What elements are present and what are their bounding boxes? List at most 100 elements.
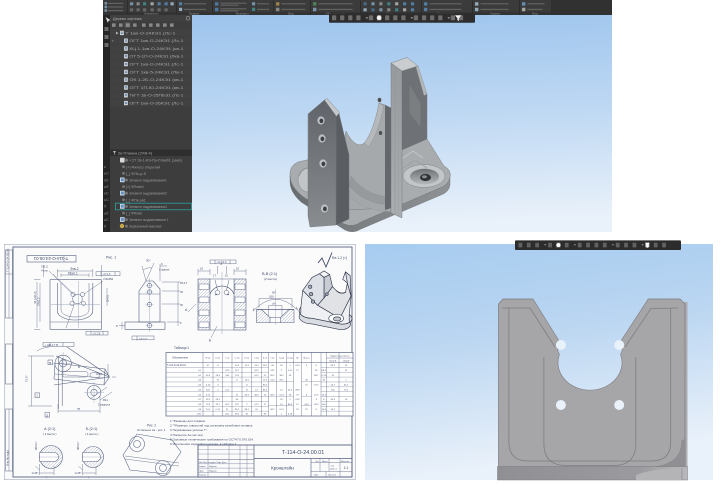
svg-text:⊥0.1 Б: ⊥0.1 Б — [92, 331, 101, 335]
svg-text:ьC: ьC — [104, 197, 109, 202]
svg-text:(18): (18) — [269, 295, 274, 299]
svg-text:5 Основные технические требо: 5 Основные технические требования по ОСТ… — [170, 437, 254, 441]
svg-text:[_] ФПлвп: [_] ФПлвп — [126, 212, 143, 216]
svg-text:Элемент выдавливания2: Элемент выдавливания2 — [129, 192, 167, 196]
svg-text:1:1: 1:1 — [344, 466, 349, 470]
svg-text:( 4 места ): ( 4 места ) — [85, 432, 98, 436]
svg-text:А (2:1): А (2:1) — [44, 427, 56, 431]
svg-text:ьб: ьб — [104, 210, 109, 215]
svg-text:( 4 места ): ( 4 места ) — [43, 432, 56, 436]
svg-text:Т-114-О-24.00.01: Т-114-О-24.00.01 — [33, 256, 68, 261]
svg-text:Г ам: Г ам — [225, 358, 230, 360]
svg-text:Ra 1,2 (√): Ra 1,2 (√) — [332, 256, 347, 260]
svg-text:Элемент выдавливания1: Элемент выдавливания1 — [129, 179, 167, 183]
svg-text:Элемент выдавливания3: Элемент выдавливания3 — [129, 205, 167, 209]
svg-text:Элемент выдавливания 1: Элемент выдавливания 1 — [129, 218, 169, 222]
svg-text:Изм Лист № докум. Подп. Дат: Изм Лист № докум. Подп. Дата — [199, 461, 227, 464]
svg-text:ьC: ьC — [104, 171, 109, 176]
svg-text:l мм: l мм — [271, 358, 275, 360]
svg-text:Чиданов: Чиданов — [209, 470, 217, 472]
svg-text:+: + — [112, 38, 115, 43]
svg-text:М6×0.7: М6×0.7 — [34, 441, 38, 450]
svg-text:Рис. 2: Рис. 2 — [147, 424, 156, 428]
svg-text:ОТ 5-1П-О-24КЭ1 (Лкв-1: ОТ 5-1П-О-24КЭ1 (Лкв-1 — [129, 55, 183, 59]
svg-text:Разраб.: Разраб. — [199, 466, 206, 468]
svg-text:10: 10 — [200, 267, 204, 271]
svg-text:[_] ФПк-р-б: [_] ФПк-р-б — [126, 172, 146, 176]
svg-text:∅4НВ2: ∅4НВ2 — [103, 277, 113, 281]
svg-text:57,5*: 57,5* — [25, 375, 29, 382]
svg-text:Тадркость для мутьла: Тадркость для мутьла — [330, 356, 350, 358]
svg-text:Т-114-О-24.00.01: Т-114-О-24.00.01 — [6, 248, 10, 272]
svg-text:Б (2:1): Б (2:1) — [86, 427, 98, 431]
svg-text:(+) Фильтр открытий: (+) Фильтр открытий — [126, 165, 160, 169]
svg-text:1×45°: 1×45° — [75, 471, 82, 475]
svg-text:Остальное см - рис. 1: Остальное см - рис. 1 — [137, 428, 166, 432]
svg-text:(24,5): (24,5) — [106, 295, 110, 302]
svg-text:майн.1: майн.1 — [330, 468, 337, 471]
svg-text:Таблица 1: Таблица 1 — [174, 346, 189, 350]
svg-text:Т-114-О-24.00.01: Т-114-О-24.00.01 — [282, 450, 324, 456]
svg-text:65-0,7: 65-0,7 — [180, 281, 188, 285]
svg-text:См.: См. — [331, 466, 335, 468]
svg-text:∅6: ∅6 — [272, 302, 276, 306]
svg-text:3±0,1: 3±0,1 — [96, 372, 103, 376]
svg-text:Н мм: Н мм — [206, 358, 211, 360]
svg-text:ОГТ 1кв-О-24КЭ1 (Лс-1: ОГТ 1кв-О-24КЭ1 (Лс-1 — [129, 63, 183, 67]
svg-text:Дерево чертежа: Дерево чертежа — [113, 17, 142, 21]
svg-text:к: к — [104, 164, 106, 169]
svg-text:2 радиуса: 2 радиуса — [98, 403, 111, 407]
svg-text:2 фаски: 2 фаски — [159, 268, 170, 272]
svg-text:пб: пб — [104, 177, 109, 182]
svg-text:Т 1кв-О-24КЭ1 (Лс-1: Т 1кв-О-24КЭ1 (Лс-1 — [125, 31, 175, 35]
svg-text:Пров.: Пров. — [199, 470, 204, 472]
svg-text:Б: Б — [78, 365, 80, 369]
svg-text:4 отв: 4 отв — [41, 269, 48, 273]
svg-text:10: 10 — [236, 267, 240, 271]
svg-text:Масса: Масса — [322, 461, 329, 463]
svg-text:Ч под: Ч под — [287, 358, 293, 360]
svg-text:Н.контр.: Н.контр. — [199, 475, 207, 477]
svg-text:ОГТ 1кв-О-26КЭ1 (Лс-1: ОГТ 1кв-О-26КЭ1 (Лс-1 — [129, 102, 183, 106]
svg-text:⊥0.1 А: ⊥0.1 А — [102, 272, 111, 276]
svg-text:ТкГТ 1Б-О-25ПБЭ1 (Лс-1: ТкГТ 1Б-О-25ПБЭ1 (Лс-1 — [129, 94, 183, 98]
svg-text:Размеры: Размеры — [236, 12, 250, 16]
svg-text:2 **Размеры отверстий под ус: 2 **Размеры отверстий под установку резь… — [170, 424, 253, 428]
svg-text:90°: 90° — [272, 291, 276, 295]
svg-text:1 *Размеры для справок.: 1 *Размеры для справок. — [170, 419, 206, 423]
svg-text:ьб: ьб — [104, 184, 109, 189]
svg-text:Лист: Лист — [314, 475, 318, 477]
svg-text:Чиданов: Чиданов — [209, 466, 217, 468]
svg-text:Лит: Лит — [316, 461, 319, 463]
svg-text:Вид: Вид — [288, 12, 294, 16]
svg-text:М6×0.7: М6×0.7 — [76, 441, 80, 450]
svg-text:Рис. 1: Рис. 1 — [106, 256, 116, 260]
svg-text:ОК 1-2Б-О-24КЭ1 (кв-1: ОК 1-2Б-О-24КЭ1 (кв-1 — [129, 78, 183, 82]
svg-text:Эчв-2: Эчв-2 — [70, 267, 79, 271]
svg-text:-010: -010 — [197, 414, 202, 416]
svg-text:R11: R11 — [103, 398, 108, 402]
svg-text:Масса: Масса — [304, 358, 311, 360]
svg-text:65±0.1: 65±0.1 — [68, 272, 78, 276]
svg-text:Б мм: Б мм — [244, 358, 249, 360]
svg-text:кC: кC — [104, 191, 109, 196]
svg-text:КЦ 1-1кв-О-24КЭ1 (кв-1: КЦ 1-1кв-О-24КЭ1 (кв-1 — [129, 47, 183, 51]
svg-text:Б мм: Б мм — [215, 358, 220, 360]
svg-text:⊥0.1 Г: ⊥0.1 Г — [138, 337, 148, 341]
svg-text:30°: 30° — [146, 259, 151, 263]
svg-text:1×45°: 1×45° — [32, 471, 39, 475]
svg-text:Б см: Б см — [263, 358, 268, 360]
svg-text:Масштаб: Масштаб — [341, 461, 349, 463]
svg-text:Листов 1: Листов 1 — [328, 475, 337, 477]
svg-text:Обозначение: Обозначение — [172, 356, 189, 360]
svg-text:Д: Д — [46, 413, 48, 417]
svg-text:75: 75 — [77, 407, 81, 411]
svg-text:СЧ-Ц,06: СЧ-Ц,06 — [329, 361, 336, 363]
svg-text:ОГТ 1кв-5-24КЭ1 (Лв-1: ОГТ 1кв-5-24КЭ1 (Лв-1 — [129, 70, 183, 74]
svg-text:3 Неуказанные уклоны 7°.: 3 Неуказанные уклоны 7°. — [170, 428, 208, 432]
svg-text:Кронштейн: Кронштейн — [271, 466, 294, 471]
svg-text:Сервис: Сервис — [490, 12, 501, 16]
svg-text:4 Покрытие Ан.окс.нхр.: 4 Покрытие Ан.окс.нхр. — [170, 433, 204, 437]
svg-text:С мм: С мм — [235, 358, 240, 360]
svg-text:Инв № подл.: Инв № подл. — [6, 449, 10, 466]
